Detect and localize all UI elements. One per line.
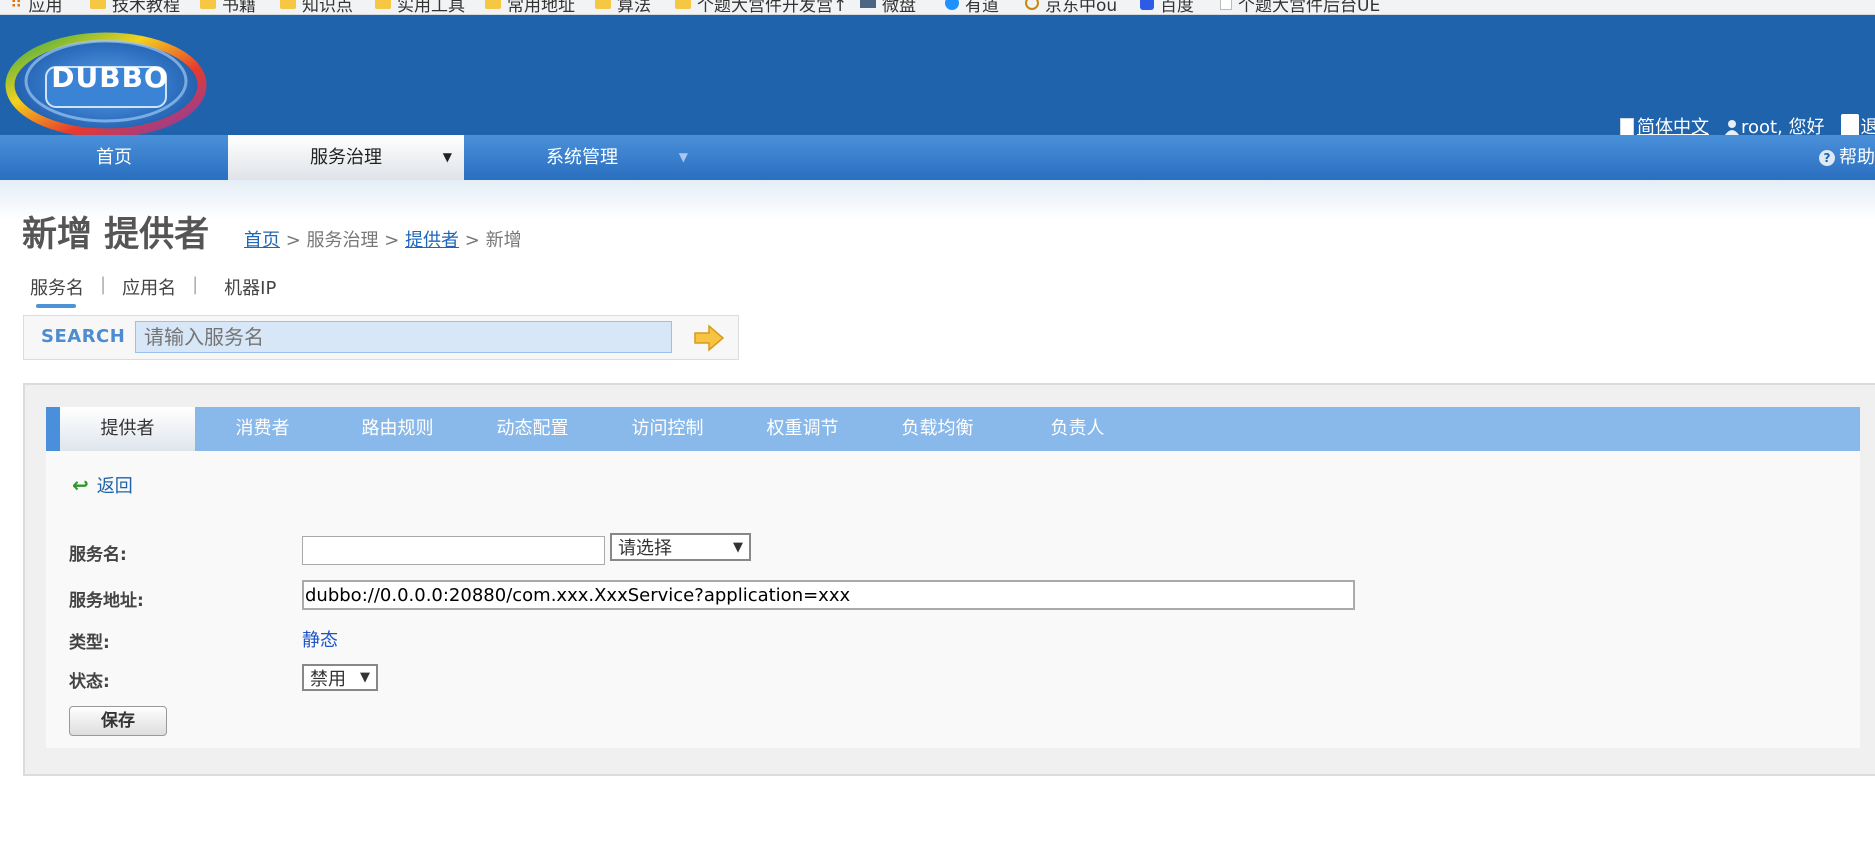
breadcrumb-current: 新增	[485, 230, 522, 251]
user-icon	[1725, 120, 1739, 135]
folder-icon	[280, 0, 296, 9]
service-name-input[interactable]	[302, 536, 605, 565]
folder-icon	[90, 0, 106, 9]
jd-icon	[1025, 0, 1039, 10]
arrow-right-icon[interactable]	[693, 324, 725, 352]
search-tab-ip[interactable]: 机器IP	[224, 274, 276, 300]
search-box: SEARCH	[23, 315, 739, 360]
tab-consumers[interactable]: 消费者	[195, 407, 330, 451]
bookmark-link[interactable]: 百度	[1140, 0, 1194, 14]
status-label: 状态:	[69, 672, 110, 692]
bookmark-link[interactable]: 微盘	[860, 0, 916, 14]
status-select[interactable]: 禁用 ▼	[302, 664, 378, 691]
apps-icon: ⠿	[10, 0, 23, 13]
resource-tabs: 提供者 消费者 路由规则 动态配置 访问控制 权重调节 负载均衡 负责人	[46, 407, 1860, 451]
caret-down-icon: ▼	[733, 539, 743, 555]
service-address-input[interactable]	[302, 580, 1355, 610]
site-header: DUBBO 简体中文 root, 您好 退	[0, 15, 1875, 138]
bookmark-link[interactable]: 京东中ou	[1025, 0, 1117, 14]
bookmark-link[interactable]: 个题大営件后台UE	[1220, 0, 1380, 14]
service-label: 服务名:	[69, 545, 127, 565]
service-select[interactable]: 请选择 ▼	[610, 533, 751, 561]
baidu-icon	[1140, 0, 1154, 10]
caret-down-icon: ▼	[678, 150, 688, 164]
folder-icon	[675, 0, 691, 9]
tab-accent	[46, 407, 60, 451]
bookmark-folder[interactable]: 书籍	[200, 0, 256, 14]
back-arrow-icon: ↩	[72, 473, 89, 497]
type-value: 静态	[302, 630, 338, 651]
bookmark-folder[interactable]: 知识点	[280, 0, 353, 14]
bookmarks-bar: ⠿ 应用 技术教程 书籍 知识点 实用工具 常用地址 算法 个题大営件开发営↑ 微…	[0, 0, 1875, 15]
caret-down-icon: ▼	[360, 670, 370, 685]
search-tab-app[interactable]: 应用名	[122, 274, 176, 300]
bookmark-folder[interactable]: 技术教程	[90, 0, 180, 14]
search-label: SEARCH	[41, 326, 126, 347]
logo-text: DUBBO	[51, 61, 169, 94]
main-nav: 首页 服务治理 ▼ 系统管理 ▼ ? 帮助	[0, 135, 1875, 180]
breadcrumb-home[interactable]: 首页	[244, 230, 280, 251]
bookmark-link[interactable]: 有道	[945, 0, 999, 14]
help-link[interactable]: ? 帮助	[1819, 135, 1875, 180]
folder-icon	[485, 0, 501, 9]
breadcrumb: 首页 > 服务治理 > 提供者 > 新增	[244, 230, 522, 251]
type-label: 类型:	[69, 633, 110, 653]
breadcrumb-service-gov: 服务治理	[306, 230, 379, 251]
folder-icon	[375, 0, 391, 9]
breadcrumb-providers[interactable]: 提供者	[405, 230, 459, 251]
globe-icon	[945, 0, 959, 10]
address-label: 服务地址:	[69, 591, 144, 611]
tab-access[interactable]: 访问控制	[600, 407, 735, 451]
document-icon	[1620, 118, 1634, 136]
caret-down-icon: ▼	[442, 150, 452, 164]
separator: |	[100, 274, 107, 295]
drive-icon	[860, 0, 876, 8]
nav-system-admin[interactable]: 系统管理 ▼	[464, 135, 700, 180]
page-title: 新增 提供者	[22, 215, 210, 255]
folder-icon	[200, 0, 216, 9]
tab-owners[interactable]: 负责人	[1005, 407, 1150, 451]
bookmark-folder[interactable]: 常用地址	[485, 0, 575, 14]
page-icon	[1220, 0, 1232, 10]
bookmark-folder[interactable]: 实用工具	[375, 0, 465, 14]
nav-shadow	[0, 180, 1875, 220]
nav-home[interactable]: 首页	[0, 135, 228, 180]
tab-providers[interactable]: 提供者	[60, 407, 195, 451]
separator: |	[192, 274, 199, 295]
save-button[interactable]: 保存	[69, 706, 167, 736]
search-tab-service[interactable]: 服务名	[30, 274, 84, 308]
bookmark-folder[interactable]: 个题大営件开发営↑	[675, 0, 847, 14]
tab-routes[interactable]: 路由规则	[330, 407, 465, 451]
nav-service-governance[interactable]: 服务治理 ▼	[228, 135, 464, 180]
search-type-tabs: 服务名 | 应用名 | 机器IP	[30, 274, 276, 308]
folder-icon	[595, 0, 611, 9]
search-input[interactable]	[135, 321, 672, 353]
tab-weights[interactable]: 权重调节	[735, 407, 870, 451]
help-icon: ?	[1819, 149, 1835, 166]
bookmark-apps[interactable]: ⠿ 应用	[10, 0, 62, 14]
back-link[interactable]: ↩ 返回	[72, 472, 133, 498]
bookmark-folder[interactable]: 算法	[595, 0, 651, 14]
tab-overrides[interactable]: 动态配置	[465, 407, 600, 451]
tab-loadbalance[interactable]: 负载均衡	[870, 407, 1005, 451]
